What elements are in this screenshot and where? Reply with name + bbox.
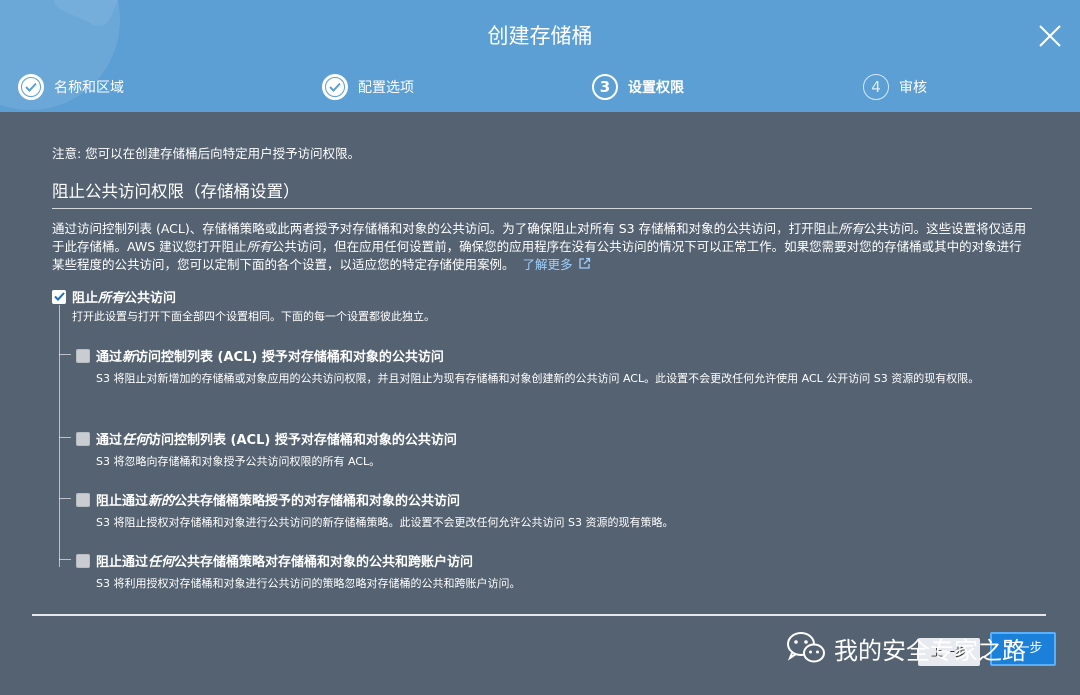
option-checkbox[interactable] [76, 492, 90, 507]
step-number: 4 [863, 74, 889, 100]
option-description: S3 将阻止对新增加的存储桶或对象应用的公共访问权限，并且对阻止为现有存储桶和对… [96, 372, 980, 385]
dialog-header: 创建存储桶 名称和区域 配置选项 3 设置权限 4 审核 [0, 0, 1080, 112]
dialog-title: 创建存储桶 [487, 24, 593, 48]
block-all-public-access-checkbox[interactable] [52, 289, 66, 304]
learn-more-label: 了解更多 [522, 257, 573, 272]
wizard-steps: 名称和区域 配置选项 3 设置权限 4 审核 [0, 72, 1080, 104]
section-title: 阻止公共访问权限（存储桶设置） [52, 182, 300, 201]
desc-emphasis: 所有 [838, 221, 864, 236]
checkmark-icon [53, 292, 65, 301]
tree-line [59, 437, 71, 438]
option-title: 阻止通过任何公共存储桶策略对存储桶和对象的公共和跨账户访问 [96, 555, 474, 570]
step-label: 审核 [899, 80, 927, 96]
option-title: 通过任何访问控制列表 (ACL) 授予对存储桶和对象的公共访问 [96, 433, 457, 448]
notice-text: 注意: 您可以在创建存储桶后向特定用户授予访问权限。 [52, 146, 361, 161]
external-link-icon [579, 257, 591, 269]
watermark: 我的安全专家之路 [786, 628, 1026, 668]
footer-divider [32, 614, 1046, 616]
wechat-icon [787, 632, 825, 663]
tree-line [59, 498, 71, 499]
check-circle-icon [322, 74, 348, 100]
option-any-bucket-policy: 阻止通过任何公共存储桶策略对存储桶和对象的公共和跨账户访问 S3 将利用授权对存… [76, 551, 1032, 593]
option-any-acl: 通过任何访问控制列表 (ACL) 授予对存储桶和对象的公共访问 S3 将忽略向存… [76, 429, 1032, 471]
option-title: 通过新访问控制列表 (ACL) 授予对存储桶和对象的公共访问 [96, 350, 444, 365]
option-description: S3 将忽略向存储桶和对象授予公共访问权限的所有 ACL。 [96, 455, 381, 468]
option-description: S3 将利用授权对存储桶和对象进行公共访问的策略忽略对存储桶的公共和跨账户访问。 [96, 577, 521, 590]
option-checkbox[interactable] [76, 553, 90, 568]
step-label: 名称和区域 [54, 80, 124, 96]
step-label: 配置选项 [358, 80, 414, 96]
option-title: 阻止通过新的公共存储桶策略授予的对存储桶和对象的公共访问 [96, 494, 461, 509]
watermark-text: 我的安全专家之路 [834, 636, 1026, 665]
option-new-acl: 通过新访问控制列表 (ACL) 授予对存储桶和对象的公共访问 S3 将阻止对新增… [76, 346, 1032, 388]
step-set-permissions[interactable]: 3 设置权限 [592, 72, 684, 102]
step-label: 设置权限 [628, 80, 684, 96]
close-icon[interactable] [1036, 22, 1064, 50]
desc-text: 通过访问控制列表 (ACL)、存储桶策略或此两者授予对存储桶和对象的公共访问。为… [52, 221, 839, 236]
tree-line [59, 305, 60, 567]
tree-line [59, 354, 71, 355]
step-configure-options[interactable]: 配置选项 [322, 72, 414, 102]
section-description: 通过访问控制列表 (ACL)、存储桶策略或此两者授予对存储桶和对象的公共访问。为… [52, 220, 1032, 274]
option-description: S3 将阻止授权对存储桶和对象进行公共访问的新存储桶策略。此设置不会更改任何允许… [96, 516, 674, 529]
option-description: 打开此设置与打开下面全部四个设置相同。下面的每一个设置都彼此独立。 [72, 310, 435, 323]
divider [52, 208, 1032, 209]
step-review[interactable]: 4 审核 [863, 72, 927, 102]
option-checkbox[interactable] [76, 348, 90, 363]
check-circle-icon [18, 74, 44, 100]
step-name-and-region[interactable]: 名称和区域 [18, 72, 124, 102]
learn-more-link[interactable]: 了解更多 [522, 257, 591, 272]
tree-line [59, 559, 71, 560]
desc-emphasis: 所有 [246, 239, 272, 254]
step-number: 3 [592, 74, 618, 100]
option-checkbox[interactable] [76, 431, 90, 446]
option-title: 阻止所有公共访问 [72, 291, 177, 306]
block-all-public-access-option: 阻止所有公共访问 [52, 287, 176, 306]
option-new-bucket-policy: 阻止通过新的公共存储桶策略授予的对存储桶和对象的公共访问 S3 将阻止授权对存储… [76, 490, 1032, 532]
